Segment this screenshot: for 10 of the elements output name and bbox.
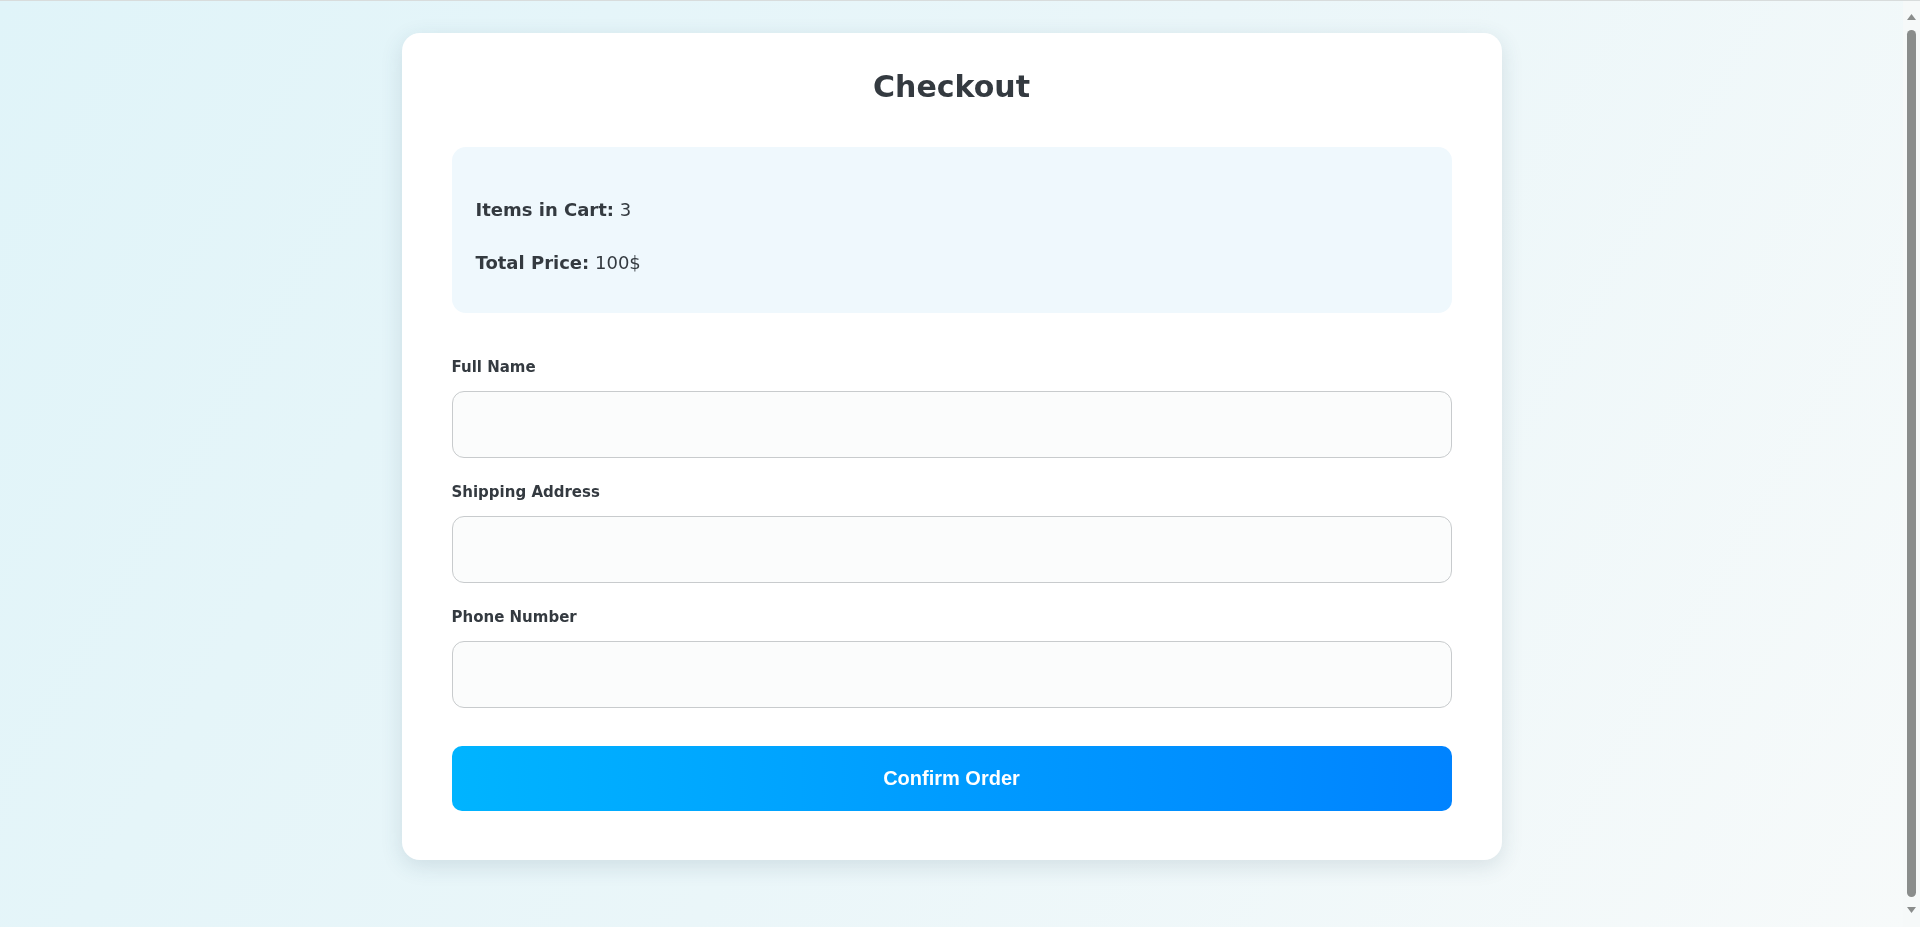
summary-line: Items in Cart: 3: [475, 198, 632, 222]
confirm-order-button[interactable]: Confirm Order: [451, 746, 1452, 811]
field-label: Full Name: [451, 357, 536, 378]
field-label: Phone Number: [451, 607, 577, 628]
input-field[interactable]: [451, 516, 1452, 583]
summary-line: Total Price: 100$: [475, 251, 641, 275]
input-field[interactable]: [451, 641, 1452, 708]
page-title: Checkout: [873, 68, 1030, 106]
input-field[interactable]: [451, 391, 1452, 458]
field-label: Shipping Address: [451, 482, 600, 503]
